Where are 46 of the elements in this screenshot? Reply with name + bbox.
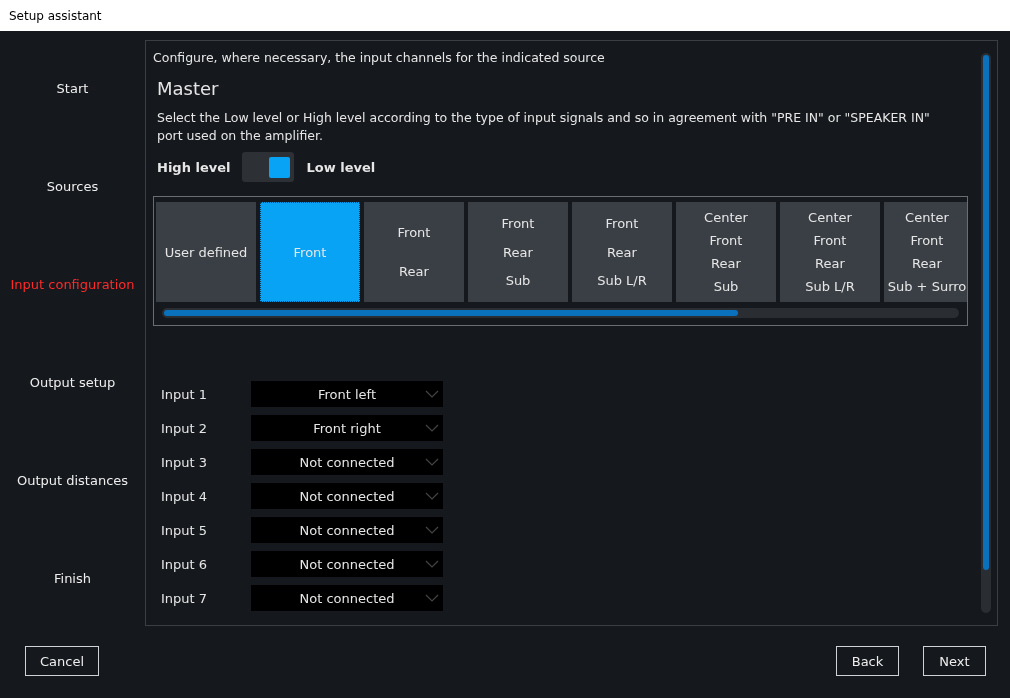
next-button[interactable]: Next (923, 646, 986, 676)
wizard-step[interactable]: Finish (0, 571, 145, 587)
horizontal-scrollbar[interactable] (162, 308, 959, 318)
input-label: Input 3 (161, 454, 209, 470)
chevron-down-icon (425, 526, 439, 534)
back-button[interactable]: Back (836, 646, 899, 676)
input-label: Input 1 (161, 386, 209, 402)
input-label: Input 5 (161, 522, 209, 538)
level-toggle[interactable] (242, 152, 295, 182)
preset-tile[interactable]: Center Front Rear Sub + Surro (884, 202, 967, 302)
chevron-down-icon (425, 458, 439, 466)
channel-dropdown[interactable]: Not connected (251, 483, 443, 509)
input-label: Input 4 (161, 488, 209, 504)
preset-tile[interactable]: Front Rear (364, 202, 464, 302)
wizard-step[interactable]: Input configuration (0, 276, 145, 292)
source-title: Master (157, 78, 220, 99)
preset-tile[interactable]: Front Rear Sub L/R (572, 202, 672, 302)
channel-dropdown[interactable]: Not connected (251, 551, 443, 577)
toggle-label: Low level (306, 159, 376, 175)
instruction-text: Configure, where necessary, the input channels for the indicated source (153, 50, 606, 65)
chevron-down-icon (425, 492, 439, 500)
preset-tile[interactable]: Center Front Rear Sub L/R (780, 202, 880, 302)
preset-tile[interactable]: User defined (156, 202, 256, 302)
toggle-label: High level (157, 159, 231, 175)
channel-dropdown[interactable]: Not connected (251, 585, 443, 611)
channel-dropdown[interactable]: Not connected (251, 517, 443, 543)
preset-tile[interactable]: Front Rear Sub (468, 202, 568, 302)
input-label: Input 2 (161, 420, 209, 436)
channel-dropdown[interactable]: Not connected (251, 449, 443, 475)
preset-tile[interactable]: Center Front Rear Sub (676, 202, 776, 302)
wizard-step[interactable]: Sources (0, 178, 145, 194)
channel-dropdown[interactable]: Front right (251, 415, 443, 441)
description-text: Select the Low level or High level according to the type of input signals and so in agreement with "PRE IN" or "SPEAKER IN" port used on the amplifier. (157, 109, 931, 145)
wizard-step[interactable]: Start (0, 80, 145, 96)
chevron-down-icon (425, 594, 439, 602)
channel-dropdown[interactable]: Front left (251, 381, 443, 407)
chevron-down-icon (425, 560, 439, 568)
wizard-step[interactable]: Output distances (0, 473, 145, 489)
input-label: Input 7 (161, 590, 209, 606)
input-label: Input 6 (161, 556, 209, 572)
window-title: Setup assistant (9, 8, 102, 23)
vertical-scrollbar[interactable] (981, 53, 991, 613)
wizard-step[interactable]: Output setup (0, 375, 145, 391)
cancel-button[interactable]: Cancel (25, 646, 100, 676)
chevron-down-icon (425, 390, 439, 398)
chevron-down-icon (425, 424, 439, 432)
